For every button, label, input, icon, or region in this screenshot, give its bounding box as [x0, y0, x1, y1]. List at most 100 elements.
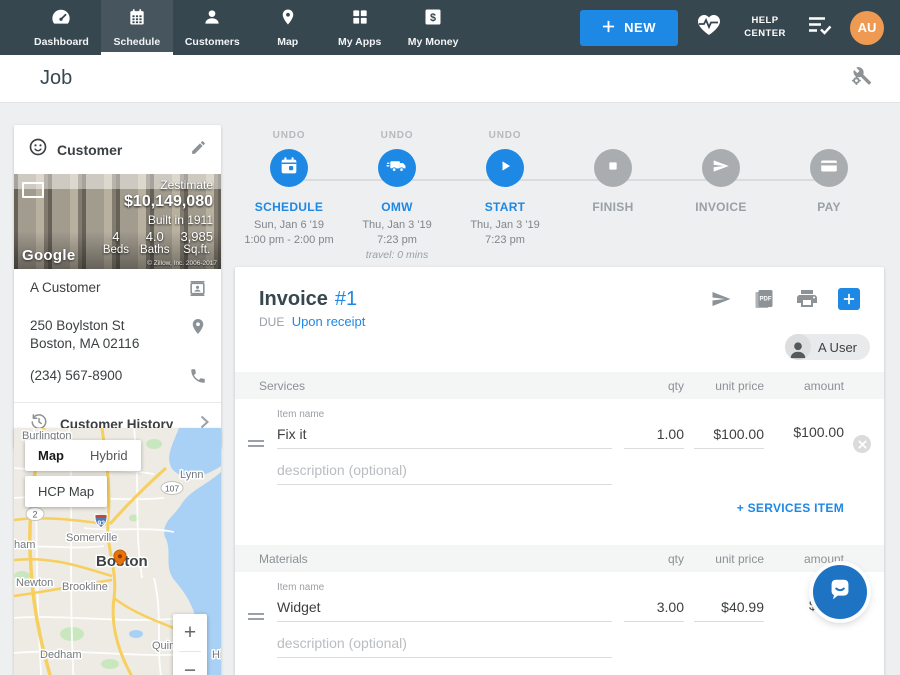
- nav-schedule[interactable]: Schedule: [101, 0, 173, 55]
- add-services-item-link[interactable]: + SERVICES ITEM: [737, 501, 844, 515]
- map-type-map-button[interactable]: Map: [25, 440, 77, 471]
- play-icon: [494, 155, 516, 182]
- amount-column-header: amount: [764, 552, 844, 566]
- heart-pulse-icon[interactable]: [695, 12, 723, 43]
- undo-start-button[interactable]: UNDO: [489, 130, 522, 143]
- svg-text:$: $: [430, 12, 436, 24]
- map-label-dedham: Dedham: [40, 649, 82, 661]
- service-item-name-input[interactable]: [277, 423, 612, 449]
- timeline-step-start: UNDO START Thu, Jan 3 '197:23 pm: [451, 130, 559, 261]
- start-step-button[interactable]: [486, 149, 524, 187]
- grid-icon: [350, 7, 370, 32]
- undo-schedule-button[interactable]: UNDO: [273, 130, 306, 143]
- nav-customers[interactable]: Customers: [173, 0, 252, 55]
- contact-card-icon[interactable]: [188, 279, 207, 303]
- start-step-date: Thu, Jan 3 '197:23 pm: [470, 218, 539, 248]
- service-item-row: Item name $100.00: [235, 399, 884, 449]
- help-center-button[interactable]: HELP CENTER: [740, 15, 790, 40]
- nav-my-money[interactable]: $ My Money: [396, 0, 471, 55]
- undo-omw-button[interactable]: UNDO: [381, 130, 414, 143]
- property-photo: Zestimate $10,149,080 Built in 1911 4Bed…: [14, 174, 221, 269]
- chat-bubble-button[interactable]: [813, 565, 867, 619]
- assignee-chip[interactable]: A User: [785, 334, 870, 360]
- finish-step-label: FINISH: [592, 200, 633, 214]
- service-qty-input[interactable]: [624, 423, 684, 449]
- customer-face-icon: [28, 137, 48, 162]
- zoom-out-button[interactable]: −: [173, 652, 207, 675]
- assignee-avatar-icon: [785, 334, 811, 360]
- sqft-value: 3,985: [180, 229, 213, 244]
- services-header-band: Services qty unit price amount: [235, 372, 884, 399]
- drag-handle-icon[interactable]: [248, 610, 264, 623]
- activity-list-icon[interactable]: [807, 15, 833, 40]
- material-description-input[interactable]: [277, 632, 612, 658]
- edit-pencil-icon[interactable]: [190, 139, 207, 161]
- phone-icon[interactable]: [189, 367, 207, 390]
- customer-address-row: 250 Boylston StBoston, MA 02116: [14, 307, 221, 357]
- omw-step-label: OMW: [381, 200, 413, 214]
- due-label: DUE: [259, 315, 284, 329]
- send-invoice-icon[interactable]: [709, 287, 733, 311]
- pdf-icon[interactable]: PDF: [752, 287, 776, 311]
- pay-step-button[interactable]: [810, 149, 848, 187]
- dashboard-icon: [50, 7, 72, 32]
- map-label-lynn: Lynn: [180, 469, 203, 481]
- due-value-link[interactable]: Upon receipt: [292, 314, 366, 329]
- nav-my-apps-label: My Apps: [338, 36, 381, 48]
- nav-right-cluster: NEW HELP CENTER AU: [580, 0, 900, 55]
- dollar-icon: $: [423, 7, 443, 32]
- job-progress-timeline: UNDO SCHEDULE Sun, Jan 6 '191:00 pm - 2:…: [235, 130, 884, 262]
- street-view-icon[interactable]: [22, 182, 44, 198]
- new-button[interactable]: NEW: [580, 10, 678, 46]
- finish-step-button[interactable]: [594, 149, 632, 187]
- avatar[interactable]: AU: [850, 11, 884, 45]
- job-settings-icon[interactable]: [850, 65, 872, 92]
- nav-my-apps[interactable]: My Apps: [324, 0, 396, 55]
- service-unit-price-input[interactable]: [694, 423, 764, 449]
- nav-customers-label: Customers: [185, 36, 240, 48]
- schedule-step-button[interactable]: [270, 149, 308, 187]
- service-amount: $100.00: [764, 424, 844, 449]
- material-unit-price-input[interactable]: [694, 596, 764, 622]
- drag-handle-icon[interactable]: [248, 437, 264, 450]
- chat-icon: [825, 575, 855, 610]
- location-pin-icon[interactable]: [189, 317, 207, 341]
- calendar-step-icon: [278, 155, 300, 182]
- map-type-buttons: Map Hybrid: [25, 440, 141, 471]
- nav-dashboard-label: Dashboard: [34, 36, 89, 48]
- invoice-step-button[interactable]: [702, 149, 740, 187]
- credit-card-icon: [818, 155, 840, 182]
- map-zoom-control: + −: [173, 614, 207, 675]
- schedule-step-date: Sun, Jan 6 '191:00 pm - 2:00 pm: [244, 218, 333, 248]
- materials-section-title: Materials: [259, 552, 614, 566]
- person-icon: [202, 7, 222, 32]
- map-label-somerville: Somerville: [66, 532, 117, 544]
- nav-map[interactable]: Map: [252, 0, 324, 55]
- material-qty-input[interactable]: [624, 596, 684, 622]
- service-description-input[interactable]: [277, 459, 612, 485]
- omw-step-button[interactable]: [378, 149, 416, 187]
- new-button-label: NEW: [624, 20, 656, 35]
- nav-dashboard[interactable]: Dashboard: [22, 0, 101, 55]
- zestimate-value: $10,149,080: [103, 193, 213, 211]
- timeline-step-pay: PAY: [775, 130, 883, 261]
- map-widget[interactable]: Burlington Lynn Somerville ham Newton Br…: [14, 428, 221, 675]
- material-item-row: Item name $122.: [235, 572, 884, 622]
- customer-phone: (234) 567-8900: [30, 367, 181, 385]
- truck-icon: [386, 154, 409, 182]
- add-invoice-button[interactable]: [838, 288, 860, 310]
- zestimate-label: Zestimate: [103, 178, 213, 192]
- zoom-in-button[interactable]: +: [173, 614, 207, 651]
- omw-travel-note: travel: 0 mins: [366, 249, 428, 261]
- map-type-hybrid-button[interactable]: Hybrid: [77, 440, 141, 471]
- svg-text:2: 2: [32, 510, 37, 520]
- timeline-step-finish: FINISH: [559, 130, 667, 261]
- material-item-name-input[interactable]: [277, 596, 612, 622]
- remove-item-button[interactable]: [853, 435, 871, 453]
- unit-price-column-header: unit price: [684, 552, 764, 566]
- omw-step-date: Thu, Jan 3 '197:23 pm: [362, 218, 431, 248]
- print-icon[interactable]: [795, 287, 819, 311]
- zillow-copyright: © Zillow, Inc. 2006-2017: [147, 260, 217, 267]
- timeline-step-invoice: INVOICE: [667, 130, 775, 261]
- hcp-map-button[interactable]: HCP Map: [25, 476, 107, 507]
